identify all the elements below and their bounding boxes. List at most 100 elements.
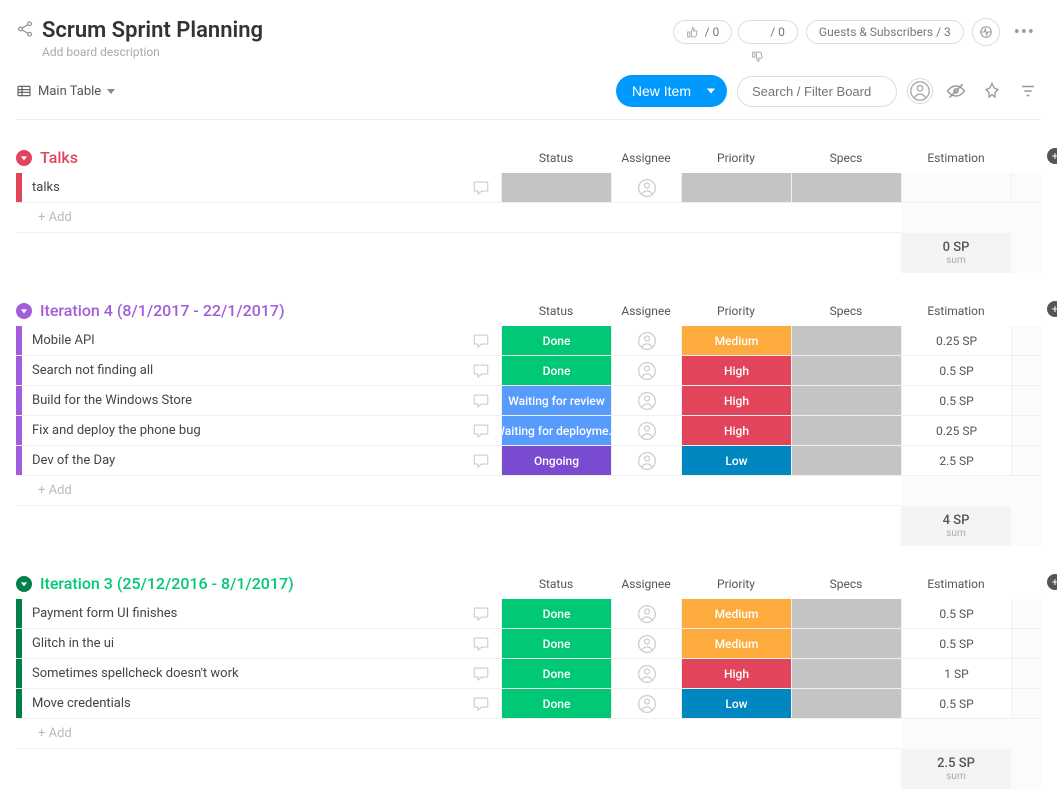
assignee-cell[interactable] <box>611 599 681 628</box>
column-status-header[interactable]: Status <box>501 151 611 165</box>
group-title[interactable]: Iteration 3 (25/12/2016 - 8/1/2017) <box>40 574 294 593</box>
status-cell[interactable]: Done <box>501 326 611 355</box>
estimation-cell[interactable]: 1 SP <box>901 659 1011 688</box>
column-specs-header[interactable]: Specs <box>791 577 901 591</box>
status-cell[interactable]: Waiting for deployme... <box>501 416 611 445</box>
estimation-cell[interactable]: 2.5 SP <box>901 446 1011 475</box>
priority-cell[interactable]: Medium <box>681 629 791 658</box>
column-priority-header[interactable]: Priority <box>681 577 791 591</box>
specs-cell[interactable] <box>791 356 901 385</box>
priority-cell[interactable]: High <box>681 356 791 385</box>
add-item-label[interactable]: + Add <box>22 483 501 498</box>
estimation-cell[interactable]: 0.25 SP <box>901 326 1011 355</box>
status-cell[interactable] <box>501 173 611 202</box>
assignee-cell[interactable] <box>611 629 681 658</box>
conversation-icon[interactable] <box>461 599 501 628</box>
status-cell[interactable]: Ongoing <box>501 446 611 475</box>
conversation-icon[interactable] <box>461 416 501 445</box>
column-priority-header[interactable]: Priority <box>681 151 791 165</box>
status-cell[interactable]: Done <box>501 599 611 628</box>
item-name-cell[interactable]: Build for the Windows Store <box>22 386 461 415</box>
priority-cell[interactable]: Low <box>681 446 791 475</box>
item-name-cell[interactable]: Dev of the Day <box>22 446 461 475</box>
assignee-cell[interactable] <box>611 386 681 415</box>
item-name-cell[interactable]: Glitch in the ui <box>22 629 461 658</box>
assignee-cell[interactable] <box>611 326 681 355</box>
board-description[interactable]: Add board description <box>42 45 263 59</box>
add-column-button[interactable]: + <box>1047 574 1057 590</box>
share-icon[interactable] <box>16 20 34 38</box>
filter-icon[interactable] <box>1015 78 1041 104</box>
specs-cell[interactable] <box>791 416 901 445</box>
add-item-row[interactable]: + Add <box>16 476 1041 506</box>
priority-cell[interactable]: High <box>681 659 791 688</box>
estimation-cell[interactable]: 0.5 SP <box>901 386 1011 415</box>
priority-cell[interactable]: Medium <box>681 599 791 628</box>
estimation-cell[interactable]: 0.25 SP <box>901 416 1011 445</box>
status-cell[interactable]: Done <box>501 356 611 385</box>
item-name-cell[interactable]: Mobile API <box>22 326 461 355</box>
column-assignee-header[interactable]: Assignee <box>611 577 681 591</box>
specs-cell[interactable] <box>791 689 901 718</box>
assignee-cell[interactable] <box>611 173 681 202</box>
add-item-row[interactable]: + Add <box>16 719 1041 749</box>
add-item-row[interactable]: + Add <box>16 203 1041 233</box>
conversation-icon[interactable] <box>461 659 501 688</box>
specs-cell[interactable] <box>791 173 901 202</box>
conversation-icon[interactable] <box>461 689 501 718</box>
column-specs-header[interactable]: Specs <box>791 304 901 318</box>
estimation-cell[interactable]: 0.5 SP <box>901 689 1011 718</box>
status-cell[interactable]: Done <box>501 659 611 688</box>
item-name-cell[interactable]: Sometimes spellcheck doesn't work <box>22 659 461 688</box>
assignee-cell[interactable] <box>611 689 681 718</box>
priority-cell[interactable]: High <box>681 386 791 415</box>
board-search-input[interactable] <box>737 76 897 107</box>
specs-cell[interactable] <box>791 599 901 628</box>
add-item-label[interactable]: + Add <box>22 726 501 741</box>
assignee-cell[interactable] <box>611 356 681 385</box>
column-estimation-header[interactable]: Estimation <box>901 577 1011 591</box>
priority-cell[interactable]: Low <box>681 689 791 718</box>
conversation-icon[interactable] <box>461 173 501 202</box>
pin-icon[interactable] <box>979 78 1005 104</box>
column-status-header[interactable]: Status <box>501 304 611 318</box>
column-assignee-header[interactable]: Assignee <box>611 151 681 165</box>
item-name-cell[interactable]: talks <box>22 173 461 202</box>
likes-pill[interactable]: / 0 <box>673 20 733 44</box>
conversation-icon[interactable] <box>461 386 501 415</box>
conversation-icon[interactable] <box>461 629 501 658</box>
priority-cell[interactable]: Medium <box>681 326 791 355</box>
item-name-cell[interactable]: Move credentials <box>22 689 461 718</box>
assignee-cell[interactable] <box>611 446 681 475</box>
column-assignee-header[interactable]: Assignee <box>611 304 681 318</box>
column-specs-header[interactable]: Specs <box>791 151 901 165</box>
guests-pill[interactable]: Guests & Subscribers / 3 <box>806 20 964 44</box>
group-title[interactable]: Talks <box>40 148 78 167</box>
column-status-header[interactable]: Status <box>501 577 611 591</box>
person-filter-icon[interactable] <box>907 78 933 104</box>
assignee-cell[interactable] <box>611 416 681 445</box>
assignee-cell[interactable] <box>611 659 681 688</box>
conversation-icon[interactable] <box>461 356 501 385</box>
conversation-icon[interactable] <box>461 326 501 355</box>
column-estimation-header[interactable]: Estimation <box>901 151 1011 165</box>
add-column-button[interactable]: + <box>1047 148 1057 164</box>
estimation-cell[interactable]: 0.5 SP <box>901 629 1011 658</box>
conversation-icon[interactable] <box>461 446 501 475</box>
status-cell[interactable]: Done <box>501 689 611 718</box>
more-options-icon[interactable]: ••• <box>1008 22 1041 43</box>
group-title[interactable]: Iteration 4 (8/1/2017 - 22/1/2017) <box>40 301 285 320</box>
view-picker[interactable]: Main Table <box>16 83 115 99</box>
estimation-cell[interactable] <box>901 173 1011 202</box>
specs-cell[interactable] <box>791 326 901 355</box>
collapse-group-icon[interactable] <box>16 150 32 166</box>
priority-cell[interactable]: High <box>681 416 791 445</box>
collapse-group-icon[interactable] <box>16 303 32 319</box>
new-item-button[interactable]: New Item <box>616 75 727 107</box>
item-name-cell[interactable]: Payment form UI finishes <box>22 599 461 628</box>
add-item-label[interactable]: + Add <box>22 210 501 225</box>
views-pill[interactable]: / 0 <box>738 20 798 44</box>
status-cell[interactable]: Waiting for review <box>501 386 611 415</box>
eye-closed-icon[interactable] <box>943 78 969 104</box>
activity-icon[interactable] <box>972 18 1000 46</box>
